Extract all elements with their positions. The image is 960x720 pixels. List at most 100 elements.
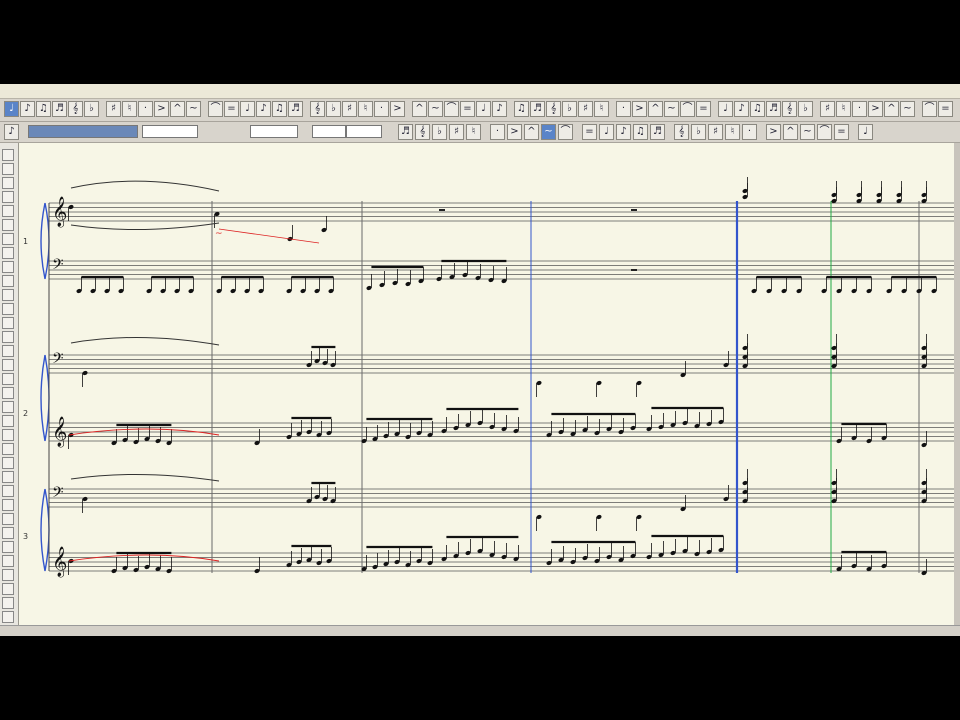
- tool-button-icon[interactable]: ♭: [562, 101, 577, 117]
- score-canvas[interactable]: 𝄞 𝄢 𝄢 𝄞 𝄢 𝄞 ~ 1 2 3: [19, 143, 954, 625]
- format-button-icon[interactable]: =: [582, 124, 597, 140]
- format-button-icon[interactable]: 𝄞: [674, 124, 689, 140]
- palette-button-icon[interactable]: [2, 555, 14, 567]
- tool-button-icon[interactable]: ♪: [20, 101, 35, 117]
- format-button-icon[interactable]: ·: [742, 124, 757, 140]
- palette-button-icon[interactable]: [2, 611, 14, 623]
- tool-button-icon[interactable]: ♬: [52, 101, 67, 117]
- tool-button-icon[interactable]: ♬: [766, 101, 781, 117]
- tool-button-icon[interactable]: ♪: [492, 101, 507, 117]
- tool-button-icon[interactable]: ·: [138, 101, 153, 117]
- palette-button-icon[interactable]: [2, 569, 14, 581]
- tool-button-icon[interactable]: ♫: [750, 101, 765, 117]
- format-button-icon[interactable]: ♭: [691, 124, 706, 140]
- format-button-icon[interactable]: ♪: [616, 124, 631, 140]
- tool-button-icon[interactable]: ♩: [240, 101, 255, 117]
- format-button-icon[interactable]: ♮: [725, 124, 740, 140]
- tool-button-icon[interactable]: 𝄞: [782, 101, 797, 117]
- palette-button-icon[interactable]: [2, 457, 14, 469]
- tool-button-icon[interactable]: ^: [648, 101, 663, 117]
- tool-button-icon[interactable]: ^: [884, 101, 899, 117]
- format-button-icon[interactable]: ⌒: [817, 124, 832, 140]
- tool-button-icon[interactable]: ♯: [820, 101, 835, 117]
- format-button-icon[interactable]: ♬: [398, 124, 413, 140]
- tool-button-icon[interactable]: ♫: [36, 101, 51, 117]
- tool-button-icon[interactable]: ♪: [256, 101, 271, 117]
- palette-button-icon[interactable]: [2, 443, 14, 455]
- palette-button-icon[interactable]: [2, 541, 14, 553]
- vertical-scrollbar[interactable]: [954, 143, 960, 625]
- format-button-icon[interactable]: =: [834, 124, 849, 140]
- palette-button-icon[interactable]: [2, 513, 14, 525]
- tool-button-icon[interactable]: ♭: [798, 101, 813, 117]
- tool-button-icon[interactable]: ♯: [106, 101, 121, 117]
- palette-button-icon[interactable]: [2, 289, 14, 301]
- tool-button-icon[interactable]: ⌒: [922, 101, 937, 117]
- tool-button-icon[interactable]: ~: [900, 101, 915, 117]
- palette-button-icon[interactable]: [2, 247, 14, 259]
- tool-button-icon[interactable]: ♯: [342, 101, 357, 117]
- tool-button-icon[interactable]: ♩: [476, 101, 491, 117]
- format-button-icon[interactable]: ♯: [449, 124, 464, 140]
- format-button-icon[interactable]: ^: [783, 124, 798, 140]
- format-button-icon[interactable]: ·: [490, 124, 505, 140]
- format-button-icon[interactable]: ~: [800, 124, 815, 140]
- palette-button-icon[interactable]: [2, 303, 14, 315]
- palette-button-icon[interactable]: [2, 583, 14, 595]
- tool-button-icon[interactable]: ^: [170, 101, 185, 117]
- palette-button-icon[interactable]: [2, 331, 14, 343]
- palette-button-icon[interactable]: [2, 233, 14, 245]
- tool-button-icon[interactable]: ♯: [578, 101, 593, 117]
- tool-button-icon[interactable]: 𝄞: [310, 101, 325, 117]
- palette-button-icon[interactable]: [2, 387, 14, 399]
- tool-button-icon[interactable]: ♫: [514, 101, 529, 117]
- tool-button-icon[interactable]: ♭: [84, 101, 99, 117]
- palette-button-icon[interactable]: [2, 527, 14, 539]
- palette-button-icon[interactable]: [2, 485, 14, 497]
- tool-button-icon[interactable]: >: [868, 101, 883, 117]
- palette-button-icon[interactable]: [2, 205, 14, 217]
- tool-button-icon[interactable]: ·: [374, 101, 389, 117]
- tool-button-icon[interactable]: ♭: [326, 101, 341, 117]
- tempo-combo[interactable]: [312, 125, 346, 138]
- tool-button-icon[interactable]: ·: [616, 101, 631, 117]
- palette-button-icon[interactable]: [2, 219, 14, 231]
- palette-button-icon[interactable]: [2, 163, 14, 175]
- tool-button-icon[interactable]: ♩: [718, 101, 733, 117]
- format-button-icon[interactable]: 𝄞: [415, 124, 430, 140]
- palette-button-icon[interactable]: [2, 261, 14, 273]
- format-button-icon[interactable]: ⌒: [558, 124, 573, 140]
- tool-button-icon[interactable]: ⌒: [680, 101, 695, 117]
- palette-button-icon[interactable]: [2, 149, 14, 161]
- format-button-icon[interactable]: ~: [541, 124, 556, 140]
- tool-button-icon[interactable]: ·: [852, 101, 867, 117]
- palette-button-icon[interactable]: [2, 429, 14, 441]
- tool-button-icon[interactable]: 𝄞: [546, 101, 561, 117]
- note-input-icon[interactable]: ♪: [4, 124, 19, 140]
- format-button-icon[interactable]: ♮: [466, 124, 481, 140]
- tool-button-icon[interactable]: >: [390, 101, 405, 117]
- format-button-icon[interactable]: >: [507, 124, 522, 140]
- tool-button-icon[interactable]: =: [224, 101, 239, 117]
- tool-button-icon[interactable]: =: [938, 101, 953, 117]
- format-button-icon[interactable]: ♩: [599, 124, 614, 140]
- palette-button-icon[interactable]: [2, 597, 14, 609]
- tool-button-icon[interactable]: ♪: [734, 101, 749, 117]
- tool-button-icon[interactable]: ♬: [288, 101, 303, 117]
- tool-button-icon[interactable]: ⌒: [444, 101, 459, 117]
- tool-button-icon[interactable]: ♮: [358, 101, 373, 117]
- tool-button-icon[interactable]: ~: [664, 101, 679, 117]
- format-button-icon[interactable]: ♯: [708, 124, 723, 140]
- palette-button-icon[interactable]: [2, 345, 14, 357]
- tool-button-icon[interactable]: ♮: [836, 101, 851, 117]
- tool-button-icon[interactable]: ♮: [122, 101, 137, 117]
- tool-button-icon[interactable]: =: [460, 101, 475, 117]
- palette-button-icon[interactable]: [2, 401, 14, 413]
- tool-button-icon[interactable]: ⌒: [208, 101, 223, 117]
- format-button-icon[interactable]: ^: [524, 124, 539, 140]
- palette-button-icon[interactable]: [2, 177, 14, 189]
- format-button-icon[interactable]: ♬: [650, 124, 665, 140]
- font-combo[interactable]: [28, 125, 138, 138]
- format-button-icon[interactable]: ♭: [432, 124, 447, 140]
- palette-button-icon[interactable]: [2, 317, 14, 329]
